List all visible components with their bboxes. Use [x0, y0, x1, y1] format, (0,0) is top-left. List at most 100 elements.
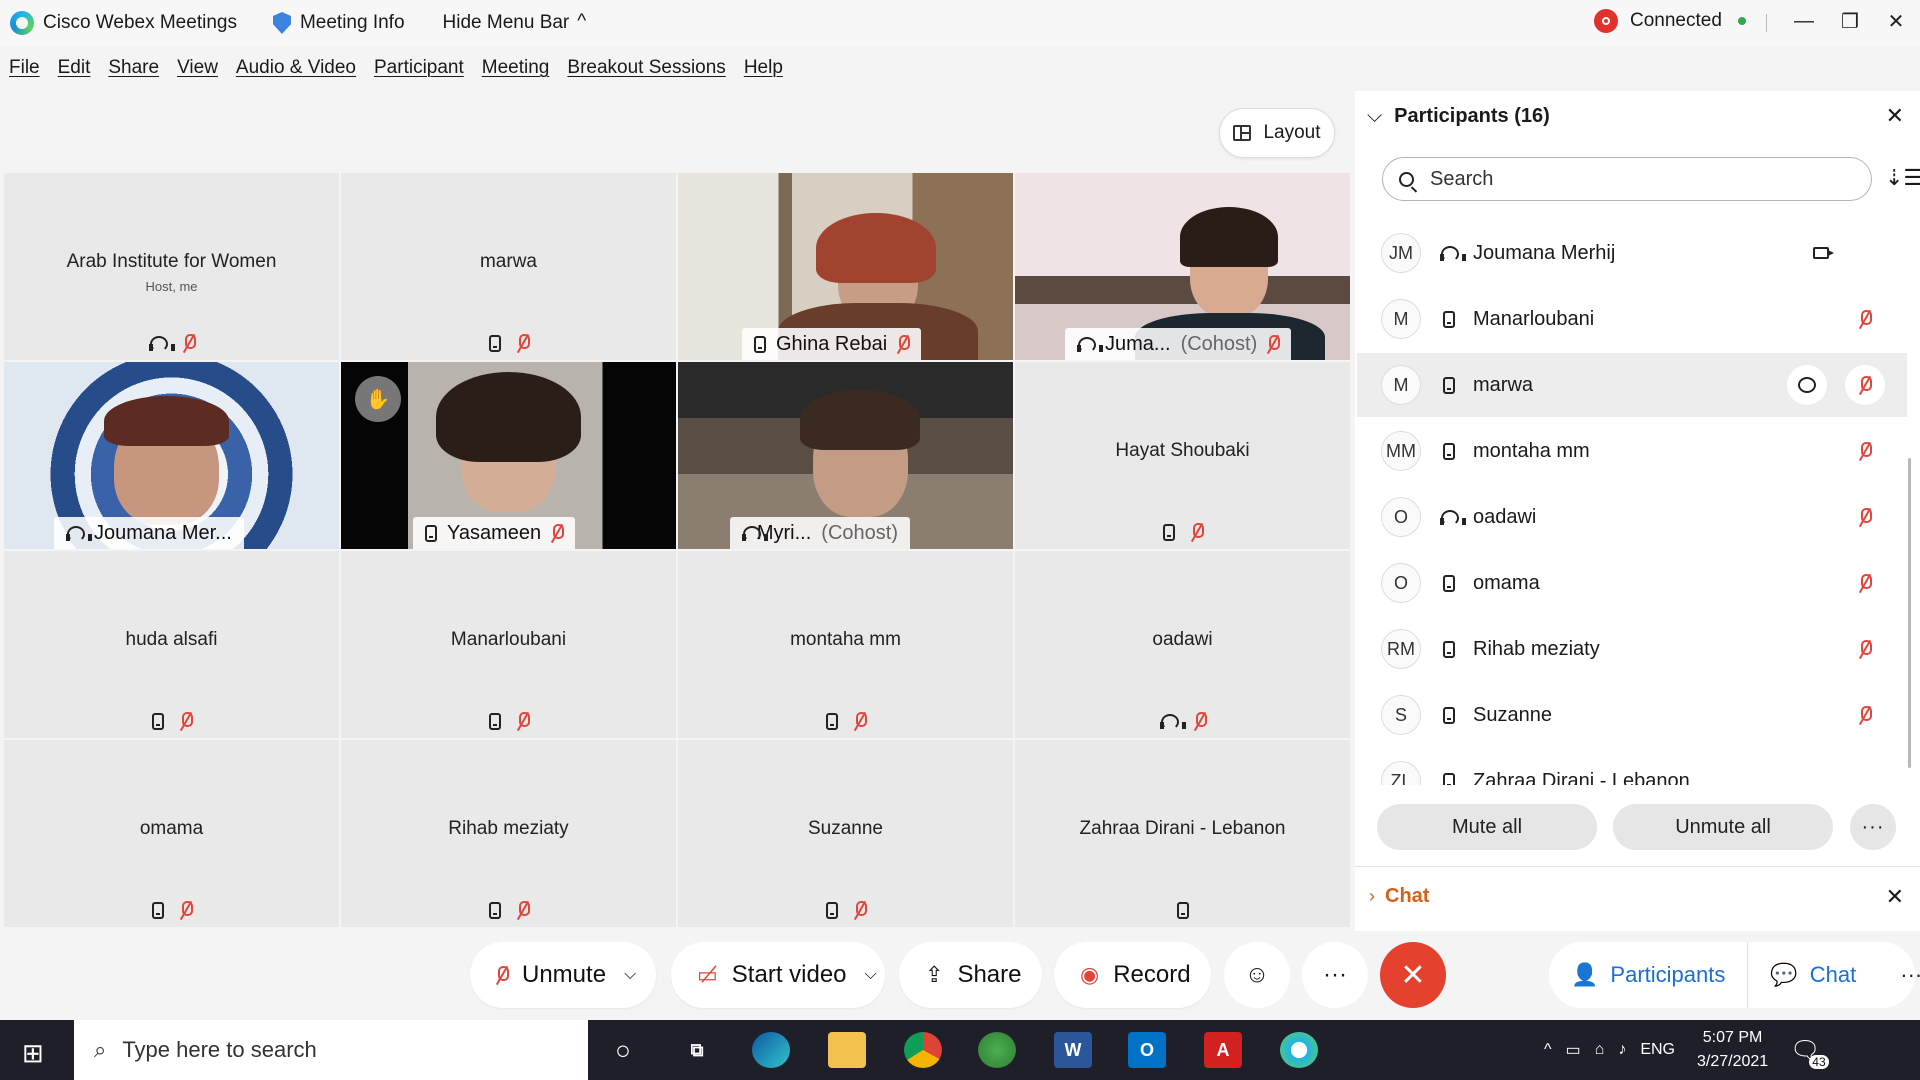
- chat-section-header[interactable]: › Chat ✕: [1355, 866, 1920, 926]
- acrobat-icon[interactable]: A: [1204, 1032, 1242, 1068]
- participant-video-tile[interactable]: Joumana Mer...: [4, 362, 339, 549]
- taskbar-search-box[interactable]: ⌕ Type here to search: [74, 1020, 588, 1080]
- minimize-button[interactable]: —: [1784, 6, 1824, 36]
- search-input[interactable]: Search: [1382, 157, 1872, 201]
- participant-tile[interactable]: omama: [4, 740, 339, 927]
- chat-bubble-button[interactable]: [1787, 365, 1827, 405]
- edge-icon[interactable]: [752, 1032, 790, 1068]
- participant-video-tile[interactable]: Juma... (Cohost): [1015, 173, 1350, 360]
- participant-row[interactable]: ZL Zahraa Dirani - Lebanon: [1357, 749, 1907, 785]
- task-view-icon[interactable]: ⧉: [678, 1032, 716, 1068]
- hide-menu-bar-button[interactable]: Hide Menu Bar ^: [443, 11, 587, 34]
- chevron-down-icon[interactable]: ⌵: [624, 966, 636, 984]
- network-icon[interactable]: ⌂: [1595, 1041, 1605, 1059]
- participant-tile[interactable]: marwa: [341, 173, 676, 360]
- connection-status[interactable]: Connected: [1594, 9, 1746, 33]
- participant-row[interactable]: M Manarloubani: [1357, 287, 1907, 351]
- participant-video-tile[interactable]: Ghina Rebai: [678, 173, 1013, 360]
- menu-view[interactable]: View: [177, 57, 218, 79]
- mic-muted-icon[interactable]: [1859, 574, 1872, 592]
- participants-toggle-button[interactable]: 👤 Participants: [1549, 942, 1747, 1008]
- participant-video-tile[interactable]: Myri... (Cohost): [678, 362, 1013, 549]
- start-video-button[interactable]: ▭̸ Start video ⌵: [671, 942, 885, 1008]
- participant-row[interactable]: O omama: [1357, 551, 1907, 615]
- participant-tile[interactable]: montaha mm: [678, 551, 1013, 738]
- close-chat-icon[interactable]: ✕: [1886, 884, 1904, 910]
- share-button[interactable]: ⇪ Share: [899, 942, 1042, 1008]
- close-panel-icon[interactable]: ✕: [1886, 103, 1904, 129]
- sort-icon[interactable]: ⇣☰: [1885, 165, 1920, 191]
- participant-row[interactable]: JM Joumana Merhij: [1357, 221, 1907, 285]
- word-icon[interactable]: W: [1054, 1032, 1092, 1068]
- file-explorer-icon[interactable]: [828, 1032, 866, 1068]
- record-button[interactable]: ◉ Record: [1054, 942, 1211, 1008]
- participant-tile[interactable]: oadawi: [1015, 551, 1350, 738]
- menu-help[interactable]: Help: [744, 57, 783, 79]
- chat-toggle-button[interactable]: 💬 Chat: [1747, 942, 1878, 1008]
- participants-header[interactable]: ⌵ Participants (16): [1367, 105, 1550, 128]
- windows-start-icon[interactable]: ⊞: [22, 1038, 44, 1069]
- more-options-button[interactable]: ···: [1850, 804, 1896, 850]
- participant-row[interactable]: S Suzanne: [1357, 683, 1907, 747]
- participant-name: omama: [1473, 571, 1540, 594]
- chevron-down-icon[interactable]: ⌵: [865, 966, 877, 984]
- mic-muted-icon[interactable]: [1859, 706, 1872, 724]
- participant-tile[interactable]: huda alsafi: [4, 551, 339, 738]
- mic-muted-icon[interactable]: [1859, 310, 1872, 328]
- participant-tile[interactable]: Suzanne: [678, 740, 1013, 927]
- mic-muted-icon[interactable]: [1859, 508, 1872, 526]
- leave-meeting-button[interactable]: ✕: [1380, 942, 1446, 1008]
- raise-hand-icon[interactable]: ✋: [355, 376, 401, 422]
- participant-row[interactable]: O oadawi: [1357, 485, 1907, 549]
- phone-icon: [1443, 310, 1455, 328]
- participant-row[interactable]: RM Rihab meziaty: [1357, 617, 1907, 681]
- battery-icon[interactable]: ▭: [1566, 1040, 1581, 1060]
- mic-muted-icon[interactable]: [1859, 442, 1872, 460]
- mic-muted-icon: [517, 334, 530, 352]
- mic-muted-icon[interactable]: [1859, 376, 1872, 394]
- volume-icon[interactable]: ♪: [1618, 1041, 1626, 1059]
- mute-all-button[interactable]: Mute all: [1377, 804, 1597, 850]
- close-icon: ✕: [1400, 958, 1426, 992]
- cortana-icon[interactable]: ○: [604, 1032, 642, 1068]
- more-controls-button[interactable]: ···: [1302, 942, 1368, 1008]
- participant-list-scrollbar[interactable]: [1908, 458, 1911, 768]
- webex-taskbar-icon[interactable]: [1280, 1032, 1318, 1068]
- participant-tile[interactable]: Rihab meziaty: [341, 740, 676, 927]
- participant-row[interactable]: M marwa: [1357, 353, 1907, 417]
- unmute-all-button[interactable]: Unmute all: [1613, 804, 1833, 850]
- unmute-button[interactable]: Unmute ⌵: [470, 942, 656, 1008]
- participant-row[interactable]: MM montaha mm: [1357, 419, 1907, 483]
- language-indicator[interactable]: ENG: [1640, 1041, 1675, 1059]
- participant-tile[interactable]: Zahraa Dirani - Lebanon: [1015, 740, 1350, 927]
- menu-edit[interactable]: Edit: [58, 57, 91, 79]
- more-panels-button[interactable]: ···: [1878, 942, 1920, 1008]
- menu-share[interactable]: Share: [108, 57, 159, 79]
- app-name: Cisco Webex Meetings: [43, 12, 237, 33]
- tile-name: Ghina Rebai: [776, 332, 888, 355]
- close-window-button[interactable]: ✕: [1876, 6, 1916, 36]
- phone-icon: [1443, 772, 1455, 785]
- notification-icon[interactable]: 🗨 43: [1790, 1036, 1829, 1069]
- chevron-up-icon[interactable]: ^: [1544, 1041, 1552, 1059]
- participant-tile[interactable]: Hayat Shoubaki: [1015, 362, 1350, 549]
- menu-audio-video[interactable]: Audio & Video: [236, 57, 356, 79]
- restore-button[interactable]: ❐: [1830, 6, 1870, 36]
- participant-video-tile[interactable]: ✋ Yasameen: [341, 362, 676, 549]
- meeting-info-button[interactable]: Meeting Info: [272, 12, 405, 34]
- outlook-icon[interactable]: O: [1128, 1032, 1166, 1068]
- menu-meeting[interactable]: Meeting: [482, 57, 550, 79]
- menu-participant[interactable]: Participant: [374, 57, 464, 79]
- clock[interactable]: 5:07 PM 3/27/2021: [1697, 1026, 1768, 1074]
- menu-breakout-sessions[interactable]: Breakout Sessions: [567, 57, 725, 79]
- phone-icon: [1443, 574, 1455, 592]
- video-name-tag: Juma... (Cohost): [1065, 328, 1292, 360]
- participant-tile[interactable]: Manarloubani: [341, 551, 676, 738]
- participant-tile[interactable]: Arab Institute for Women Host, me: [4, 173, 339, 360]
- mic-muted-icon[interactable]: [1859, 640, 1872, 658]
- menu-file[interactable]: File: [9, 57, 40, 79]
- layout-button[interactable]: Layout: [1219, 108, 1335, 158]
- reactions-button[interactable]: ☺: [1224, 942, 1290, 1008]
- maps-app-icon[interactable]: [978, 1032, 1016, 1068]
- chrome-icon[interactable]: [904, 1032, 942, 1068]
